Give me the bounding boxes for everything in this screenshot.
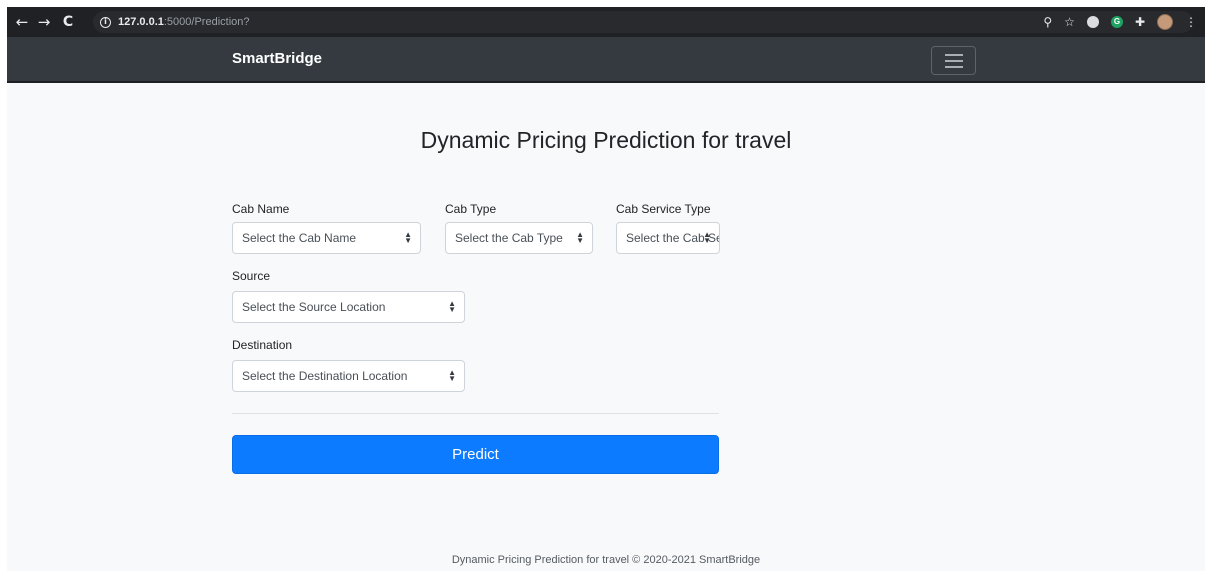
back-arrow-icon[interactable]: ← <box>11 7 33 37</box>
more-menu-icon[interactable]: ⋮ <box>1185 7 1197 37</box>
url-text[interactable]: 127.0.0.1:5000/Prediction? <box>118 16 250 28</box>
cab-name-select[interactable]: Select the Cab Name ▲ ▼ <box>232 222 421 254</box>
browser-toolbar: ← → C i 127.0.0.1:5000/Prediction? ⚲ ☆ G… <box>7 7 1205 37</box>
select-caret-icon: ▲ ▼ <box>576 230 584 245</box>
select-caret-icon: ▲ ▼ <box>448 299 456 314</box>
destination-value: Select the Destination Location <box>242 369 408 383</box>
profile-avatar[interactable] <box>1157 14 1173 30</box>
page-title: Dynamic Pricing Prediction for travel <box>420 127 792 153</box>
source-select[interactable]: Select the Source Location ▲ ▼ <box>232 291 465 323</box>
destination-label: Destination <box>232 338 293 352</box>
cab-name-label: Cab Name <box>232 202 290 216</box>
zoom-icon[interactable]: ⚲ <box>1043 7 1052 37</box>
navbar-brand[interactable]: SmartBridge <box>232 50 322 67</box>
footer-text: Dynamic Pricing Prediction for travel © … <box>451 554 761 566</box>
select-caret-icon: ▲ ▼ <box>703 230 711 245</box>
destination-select[interactable]: Select the Destination Location ▲ ▼ <box>232 360 465 392</box>
extensions-puzzle-icon[interactable]: ✚ <box>1135 7 1145 37</box>
cab-type-label: Cab Type <box>445 202 497 216</box>
browser-actions: ⚲ ☆ G ✚ ⋮ <box>1043 7 1197 37</box>
hamburger-line <box>944 65 963 68</box>
form-divider <box>232 413 719 414</box>
cab-name-value: Select the Cab Name <box>242 231 357 245</box>
source-label: Source <box>232 269 271 283</box>
hamburger-line <box>944 53 963 56</box>
hamburger-line <box>944 59 963 62</box>
source-value: Select the Source Location <box>242 300 386 314</box>
select-caret-icon: ▲ ▼ <box>404 230 412 245</box>
reload-icon[interactable]: C <box>57 7 79 37</box>
site-info-icon[interactable]: i <box>100 16 111 28</box>
bookmark-star-icon[interactable]: ☆ <box>1064 7 1075 37</box>
predict-button[interactable]: Predict <box>232 435 719 474</box>
browser-window: ← → C i 127.0.0.1:5000/Prediction? ⚲ ☆ G… <box>7 7 1205 571</box>
cab-service-type-label: Cab Service Type <box>616 202 711 216</box>
select-caret-icon: ▲ ▼ <box>448 368 456 383</box>
app-navbar: SmartBridge <box>7 37 1205 83</box>
cab-type-value: Select the Cab Type <box>455 231 563 245</box>
grammarly-extension-icon[interactable]: G <box>1110 16 1123 28</box>
forward-arrow-icon[interactable]: → <box>33 7 55 37</box>
navbar-toggler-button[interactable] <box>931 46 976 75</box>
address-bar[interactable]: i 127.0.0.1:5000/Prediction? <box>93 11 1193 33</box>
url-host: 127.0.0.1 <box>118 16 164 28</box>
cab-type-select[interactable]: Select the Cab Type ▲ ▼ <box>445 222 593 254</box>
url-path: :5000/Prediction? <box>163 16 250 28</box>
cab-service-type-select[interactable]: Select the Cab Service Type ▲▼ <box>616 222 720 254</box>
extension-icon[interactable] <box>1086 16 1099 28</box>
